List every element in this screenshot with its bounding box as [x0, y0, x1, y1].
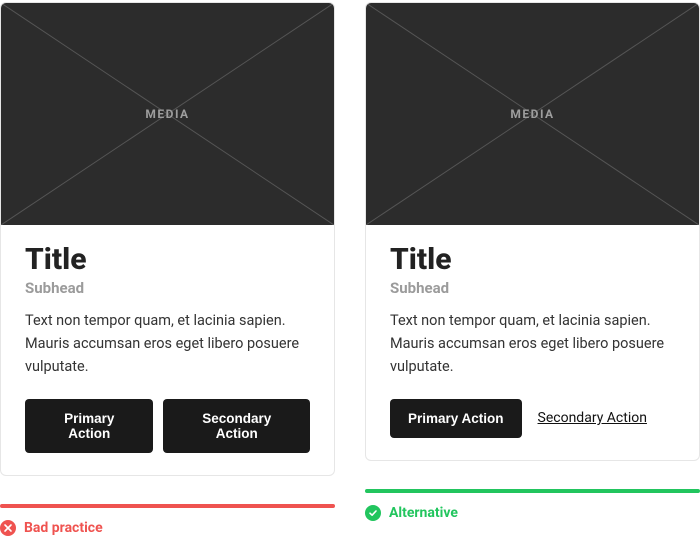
card-title: Title — [390, 243, 675, 276]
check-circle-icon — [365, 505, 381, 521]
verdict-good: Alternative — [365, 505, 700, 521]
good-example-column: MEDIA Title Subhead Text non tempor quam… — [365, 2, 700, 536]
primary-action-button[interactable]: Primary Action — [390, 399, 522, 438]
card-subhead: Subhead — [25, 279, 310, 297]
x-circle-icon — [0, 520, 16, 536]
media-label: MEDIA — [145, 107, 189, 121]
media-label: MEDIA — [510, 107, 554, 121]
comparison-row: MEDIA Title Subhead Text non tempor quam… — [0, 0, 700, 536]
verdict-label: Alternative — [389, 505, 458, 521]
card-body: Title Subhead Text non tempor quam, et l… — [366, 225, 699, 460]
bad-example-column: MEDIA Title Subhead Text non tempor quam… — [0, 2, 335, 536]
card-actions: Primary Action Secondary Action — [25, 399, 310, 453]
verdict-bar-good — [365, 489, 700, 493]
verdict-bar-bad — [0, 504, 335, 508]
card-actions: Primary Action Secondary Action — [390, 399, 675, 438]
primary-action-button[interactable]: Primary Action — [25, 399, 153, 453]
card-description: Text non tempor quam, et lacinia sapien.… — [390, 309, 675, 379]
card-description: Text non tempor quam, et lacinia sapien.… — [25, 309, 310, 379]
card-title: Title — [25, 243, 310, 276]
secondary-action-button[interactable]: Secondary Action — [163, 399, 310, 453]
secondary-action-link[interactable]: Secondary Action — [538, 410, 647, 426]
card-bad: MEDIA Title Subhead Text non tempor quam… — [0, 2, 335, 476]
verdict-bad: Bad practice — [0, 520, 335, 536]
card-good: MEDIA Title Subhead Text non tempor quam… — [365, 2, 700, 461]
media-placeholder: MEDIA — [1, 3, 334, 225]
verdict-label: Bad practice — [24, 520, 103, 536]
media-placeholder: MEDIA — [366, 3, 699, 225]
card-subhead: Subhead — [390, 279, 675, 297]
card-body: Title Subhead Text non tempor quam, et l… — [1, 225, 334, 475]
